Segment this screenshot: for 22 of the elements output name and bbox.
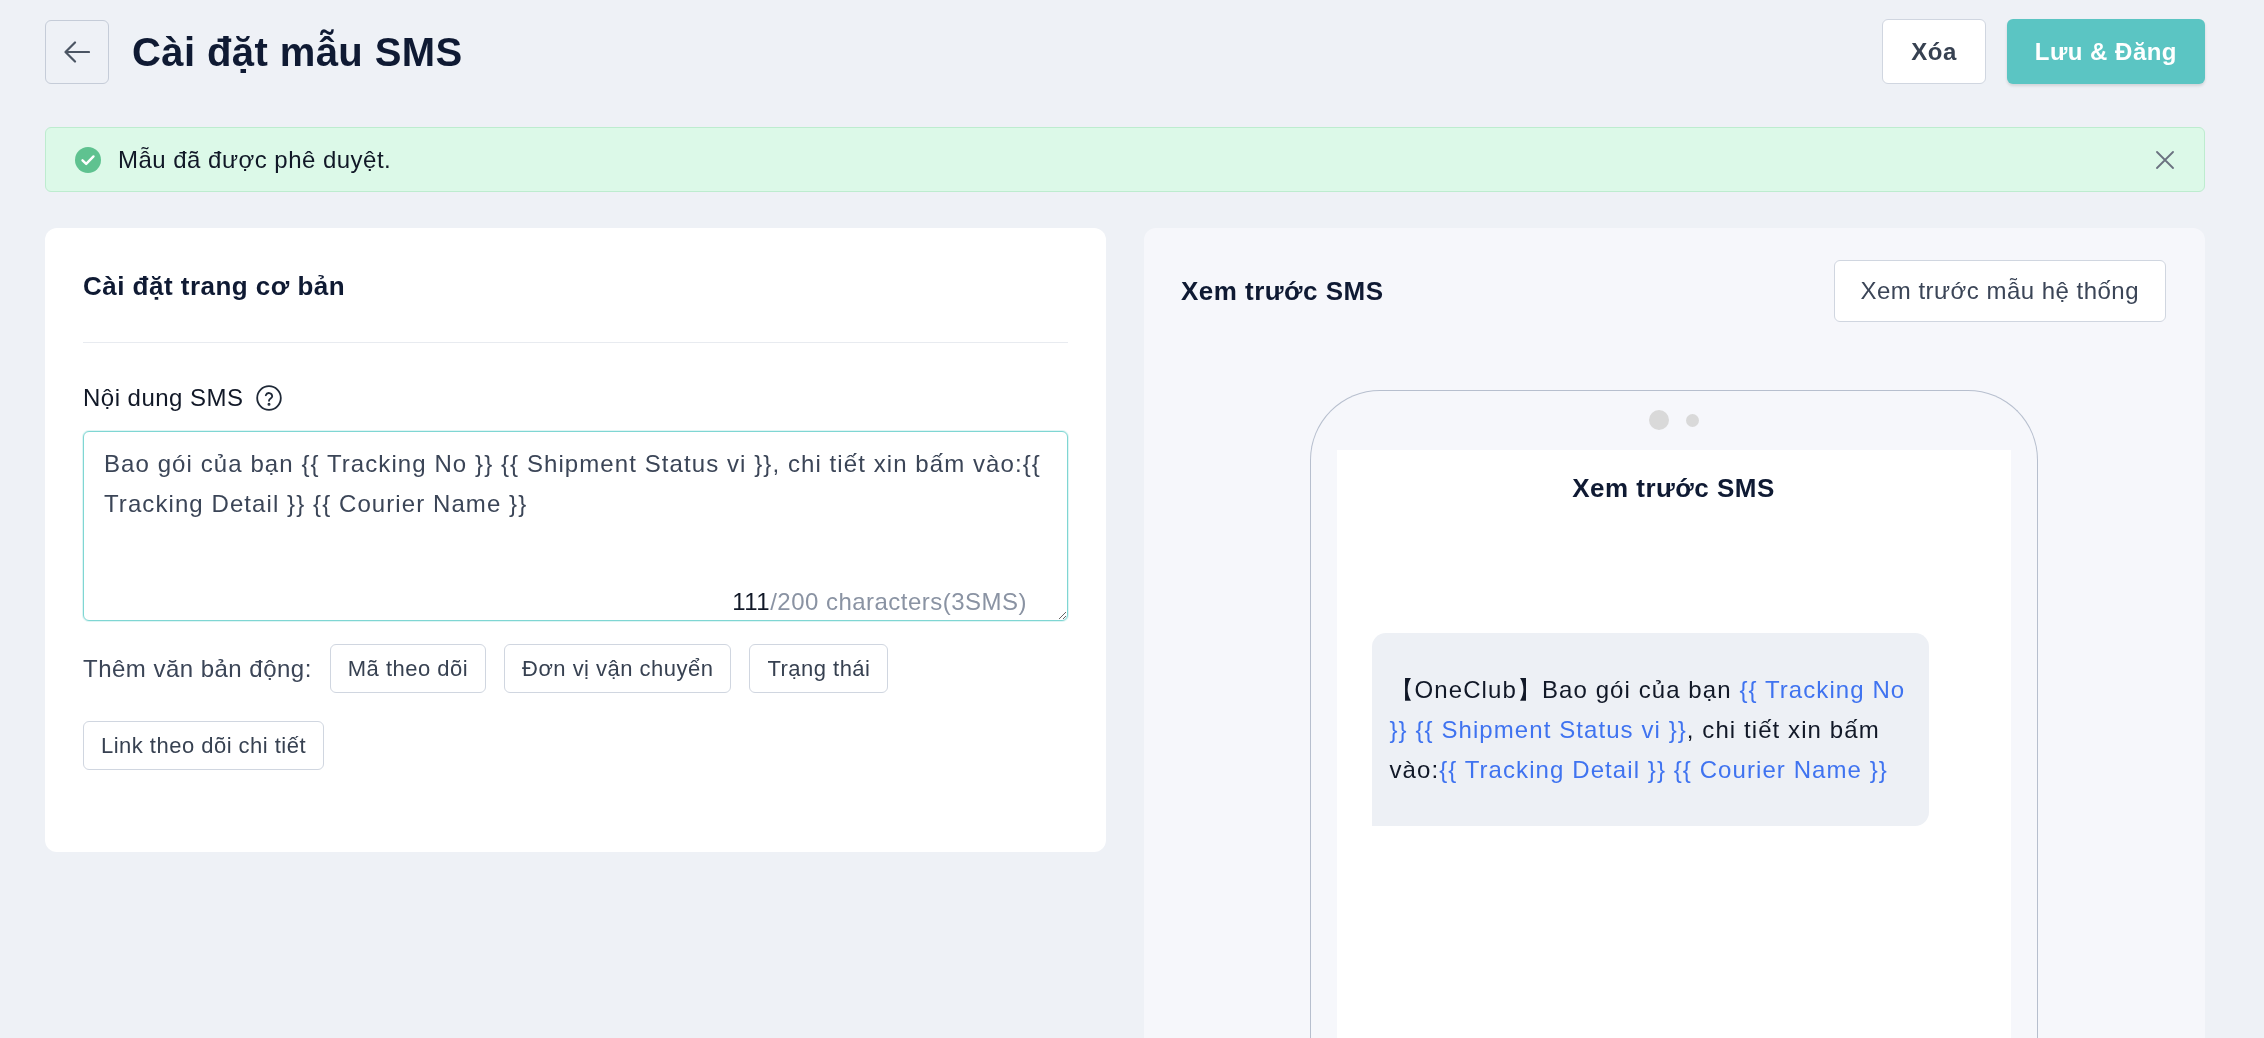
system-preview-button[interactable]: Xem trước mẫu hệ thống — [1833, 260, 2166, 322]
dynamic-text-label: Thêm văn bản động: — [83, 653, 312, 684]
dynamic-text-chip[interactable]: Mã theo dõi — [329, 644, 487, 693]
alert-message: Mẫu đã được phê duyệt. — [118, 144, 392, 175]
delete-button[interactable]: Xóa — [1882, 19, 1986, 84]
field-label: Nội dung SMS — [83, 383, 244, 413]
panel-title: Xem trước SMS — [1181, 275, 1384, 308]
dynamic-text-chip[interactable]: Link theo dõi chi tiết — [83, 721, 324, 770]
message-bubble: 【OneClub】Bao gói của bạn {{ Tracking No }} {{ Shipment Status vi }}, chi tiết xin bấm vào:{{ Tracking Detail }} {{ Courier Name }} — [1371, 633, 1929, 826]
check-circle-icon — [75, 146, 101, 173]
back-button[interactable] — [45, 19, 109, 84]
card-title: Cài đặt trang cơ bản — [83, 270, 347, 303]
dynamic-text-chip[interactable]: Đơn vị vận chuyển — [504, 644, 732, 693]
dynamic-text-chip[interactable]: Trạng thái — [749, 644, 889, 693]
sensor-icon — [1685, 413, 1699, 427]
screen-title: Xem trước SMS — [1572, 472, 1775, 505]
arrow-left-icon — [64, 40, 90, 63]
help-icon[interactable] — [255, 385, 282, 411]
camera-icon — [1648, 410, 1669, 430]
character-counter: 111/200 characters(3SMS) — [732, 587, 1027, 617]
page-title: Cài đặt mẫu SMS — [132, 28, 463, 76]
close-icon[interactable] — [2156, 150, 2174, 169]
